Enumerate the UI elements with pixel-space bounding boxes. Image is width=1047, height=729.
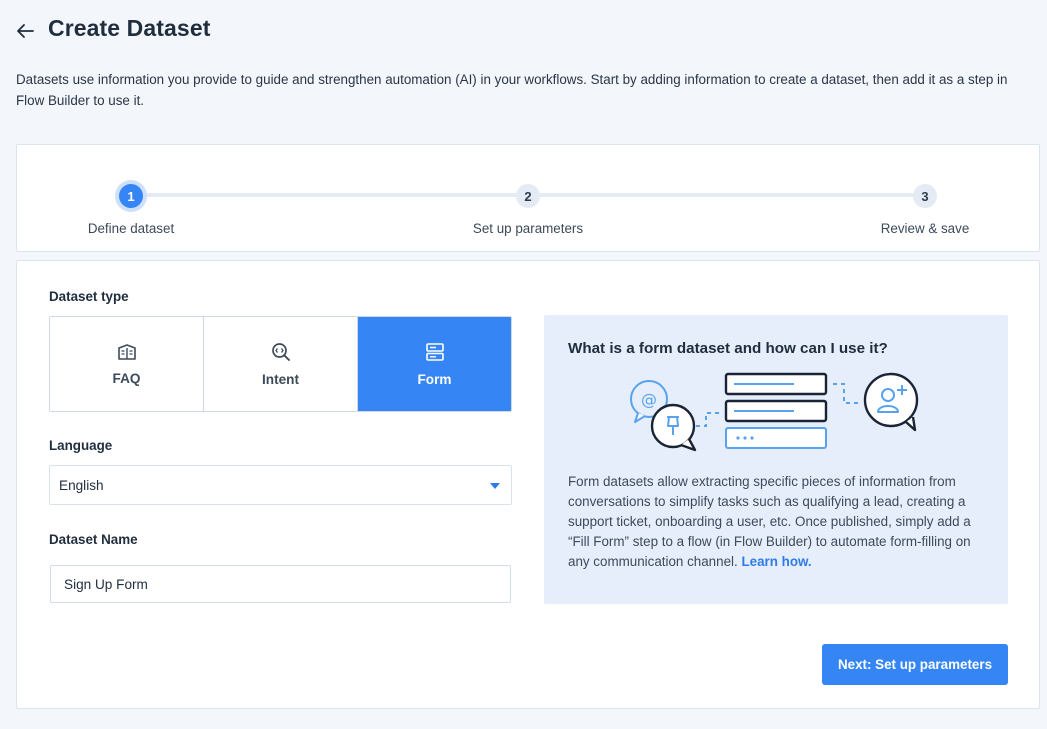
language-label: Language [49, 438, 113, 453]
type-option-label: Intent [262, 371, 299, 387]
step-define-dataset[interactable]: 1 Define dataset [51, 181, 211, 236]
dataset-type-label: Dataset type [49, 289, 129, 304]
dataset-name-input[interactable] [50, 565, 511, 603]
step-review-save[interactable]: 3 Review & save [845, 181, 1005, 236]
language-select-value: English [59, 477, 104, 493]
step-label: Define dataset [87, 221, 175, 236]
dataset-name-label: Dataset Name [49, 532, 138, 547]
learn-how-link[interactable]: Learn how. [741, 554, 811, 569]
step-number: 2 [516, 184, 540, 208]
step-label: Set up parameters [472, 221, 584, 236]
page-header: Create Dataset [14, 14, 210, 42]
page-title: Create Dataset [48, 14, 211, 41]
form-dataset-illustration-icon: @ [630, 372, 919, 452]
back-button[interactable] [14, 20, 36, 42]
type-option-faq[interactable]: FAQ [50, 317, 204, 411]
arrow-left-icon [17, 24, 34, 38]
language-select[interactable]: English [49, 465, 512, 505]
step-set-up-parameters[interactable]: 2 Set up parameters [448, 181, 608, 236]
svg-text:@: @ [641, 390, 657, 409]
type-option-intent[interactable]: Intent [204, 317, 358, 411]
stepper: 1 Define dataset 2 Set up parameters 3 R… [16, 144, 1040, 252]
dataset-form-card: Dataset type FAQ Intent Form Language En… [16, 260, 1040, 709]
next-setup-parameters-button[interactable]: Next: Set up parameters [822, 644, 1008, 685]
caret-down-icon [490, 483, 500, 489]
step-number: 3 [913, 184, 937, 208]
intro-text: Datasets use information you provide to … [16, 72, 1008, 108]
info-panel: What is a form dataset and how can I use… [544, 315, 1008, 604]
faq-book-icon [117, 343, 136, 360]
step-number: 1 [119, 184, 143, 208]
dataset-type-selector: FAQ Intent Form [49, 316, 512, 412]
info-title: What is a form dataset and how can I use… [568, 340, 888, 357]
info-body: Form datasets allow extracting specific … [568, 472, 993, 572]
type-option-form[interactable]: Form [358, 317, 511, 411]
form-icon [425, 342, 444, 361]
type-option-label: Form [417, 371, 452, 387]
intent-search-icon [271, 342, 290, 361]
step-label: Review & save [880, 221, 970, 236]
type-option-label: FAQ [112, 370, 141, 386]
